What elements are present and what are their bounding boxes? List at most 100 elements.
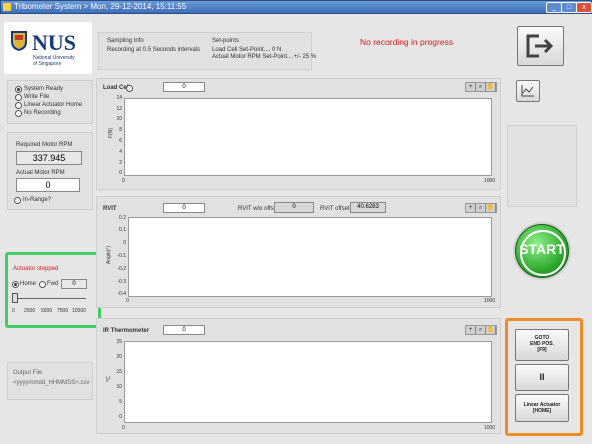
zoom-pan-icon[interactable]: ✋ [486, 83, 496, 91]
start-button[interactable]: START [515, 224, 569, 278]
rvit-x-tick: 1000 [484, 298, 496, 304]
in-range-label: In-Range? [23, 197, 52, 203]
exit-icon [526, 34, 554, 58]
zoom-magnify-icon[interactable]: ⌕ [476, 326, 486, 334]
goto-end-label-line3: [F9] [537, 347, 547, 353]
rvit-y-tick: -0.3 [117, 279, 126, 285]
status-radio-4[interactable] [15, 110, 22, 117]
actuator-home-button[interactable]: Linear Actuator [HOME] [515, 394, 569, 422]
rvit-y-tick: -0.4 [117, 291, 126, 297]
recording-status: No recording in progress [360, 37, 454, 47]
pause-button[interactable]: II [515, 364, 569, 391]
load-cell-y-axis-label: F(N) [108, 128, 114, 138]
rvit-y-axis-label: Angle(°) [106, 245, 113, 265]
ir-x-tick: 0 [122, 425, 125, 431]
load-cell-plot [124, 98, 492, 176]
ir-y-tick: 10 [116, 384, 122, 390]
actual-rpm-value: 0 [16, 178, 80, 192]
load-cell-indicator [126, 85, 133, 92]
ir-plot [124, 341, 492, 423]
rvit-offset-value[interactable]: 40.6283 [350, 202, 386, 213]
rvit-value: 0 [163, 203, 205, 213]
zoom-pan-icon[interactable]: ✋ [486, 326, 496, 334]
ir-zoom-tools[interactable]: + ⌕ ✋ [465, 325, 497, 335]
load-cell-y-tick: 4 [119, 149, 122, 155]
rvit-y-tick: 0 [123, 240, 126, 246]
rvit-plot [128, 217, 492, 297]
ir-label: IR Thermometer [103, 328, 150, 334]
load-cell-y-tick: 10 [116, 116, 122, 122]
load-cell-y-tick: 2 [119, 160, 122, 166]
status-item-4: No Recording [24, 110, 61, 116]
status-radio-3[interactable] [15, 102, 22, 109]
in-range-indicator [14, 197, 21, 204]
exit-button[interactable] [517, 26, 564, 66]
tribometer-window: Tribometer System > Mon, 29-12-2014, 15:… [0, 0, 592, 444]
zoom-cursor-icon[interactable]: + [466, 326, 476, 334]
rvit-y-tick: -0.1 [117, 253, 126, 259]
logo-subtext: National University of Singapore [33, 55, 75, 67]
actuator-home-label-line2: [HOME] [532, 408, 552, 414]
right-info-panel [507, 125, 577, 207]
load-cell-y-tick: 0 [119, 170, 122, 176]
sampling-heading: Sampling Info [107, 38, 144, 44]
ir-x-tick: 1000 [484, 425, 496, 431]
load-cell-value: 0 [163, 82, 205, 92]
status-radio-1[interactable] [15, 86, 22, 93]
nus-crest-icon [11, 31, 27, 51]
rvit-label: RVIT [103, 206, 117, 212]
output-file-value: <yyyymmdd_HHMMSS>.csv [13, 380, 90, 386]
maximize-button[interactable]: □ [561, 2, 577, 13]
actuator-highlight [5, 252, 101, 328]
required-rpm-label: Required Motor RPM [16, 142, 73, 148]
window-title: Tribometer System > Mon, 29-12-2014, 15:… [14, 2, 187, 11]
load-cell-y-tick: 12 [116, 106, 122, 112]
ir-y-axis-label: °C [105, 376, 112, 382]
sampling-text: Recording at 0.5 Seconds intervals [107, 47, 201, 53]
status-item-3: Linear Actuator Home [24, 102, 83, 108]
ir-y-tick: 0 [119, 414, 122, 420]
rvit-y-tick: -0.2 [117, 266, 126, 272]
ir-y-tick: 25 [116, 339, 122, 345]
status-item-2: Write File [24, 94, 50, 100]
chart-icon [521, 85, 534, 97]
load-cell-y-tick: 6 [119, 138, 122, 144]
zoom-cursor-icon[interactable]: + [466, 83, 476, 91]
title-bar: Tribometer System > Mon, 29-12-2014, 15:… [0, 0, 592, 14]
logo-subtext-line2: of Singapore [33, 61, 62, 67]
zoom-cursor-icon[interactable]: + [466, 204, 476, 212]
required-rpm-value: 337.945 [16, 151, 82, 165]
minimize-button[interactable]: _ [546, 2, 562, 13]
setpoints-line1: Load Cell Set-Point.... 0 N [212, 47, 282, 53]
ir-value: 0 [163, 325, 205, 335]
ir-y-tick: 5 [119, 399, 122, 405]
load-cell-x-tick: 1000 [484, 178, 496, 184]
rvit-no-offset-label: RVIT w/o offset [238, 206, 279, 212]
close-button[interactable]: x [576, 2, 592, 13]
rvit-zoom-tools[interactable]: + ⌕ ✋ [465, 203, 497, 213]
goto-end-button[interactable]: GOTO END POS. [F9] [515, 329, 569, 361]
ir-y-tick: 20 [116, 354, 122, 360]
load-cell-x-tick: 0 [122, 178, 125, 184]
logo-text: NUS [32, 30, 77, 55]
actual-rpm-label: Actual Motor RPM [16, 170, 65, 176]
setpoints-line2: Actual Motor RPM Set-Point... +/- 25 % [212, 54, 317, 60]
rvit-y-tick: 0.2 [119, 215, 126, 221]
start-button-label: START [519, 241, 565, 257]
ir-y-tick: 15 [116, 369, 122, 375]
rvit-x-tick: 0 [126, 298, 129, 304]
graph-view-button[interactable] [516, 80, 540, 102]
load-cell-zoom-tools[interactable]: + ⌕ ✋ [465, 82, 497, 92]
status-item-1: System Ready [24, 86, 64, 92]
zoom-magnify-icon[interactable]: ⌕ [476, 204, 486, 212]
rvit-y-tick: 0.1 [119, 227, 126, 233]
status-radio-2[interactable] [15, 94, 22, 101]
setpoints-heading: Set-points [212, 38, 240, 44]
app-icon [3, 3, 11, 11]
zoom-magnify-icon[interactable]: ⌕ [476, 83, 486, 91]
zoom-pan-icon[interactable]: ✋ [486, 204, 496, 212]
output-file-label: Output File [13, 370, 43, 376]
rvit-no-offset-value: 0 [274, 202, 314, 213]
rvit-offset-label: RVIT offset [320, 206, 350, 212]
load-cell-y-tick: 14 [116, 95, 122, 101]
